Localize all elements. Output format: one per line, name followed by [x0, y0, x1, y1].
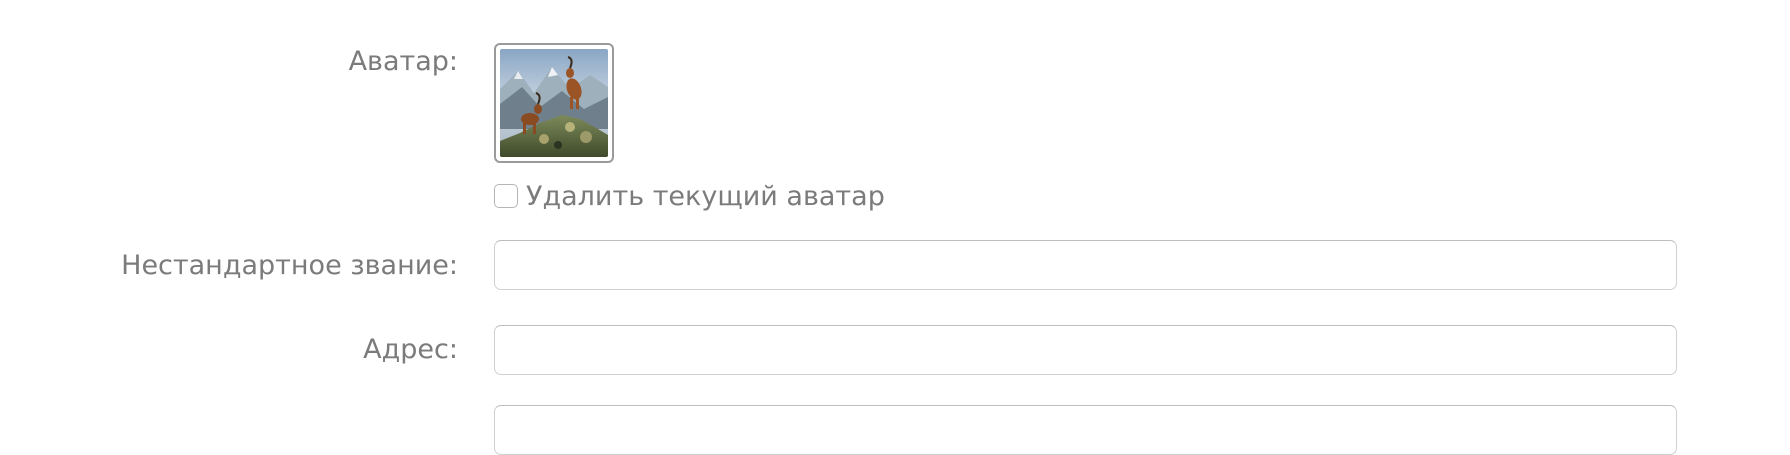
delete-avatar-row[interactable]: Удалить текущий аватар [494, 180, 885, 212]
mountain-goats-picture [500, 49, 608, 157]
custom-title-label: Нестандартное звание: [121, 250, 458, 281]
next-field-input[interactable] [494, 405, 1677, 455]
address-input[interactable] [494, 325, 1677, 375]
avatar-image [494, 43, 614, 163]
avatar-label: Аватар: [348, 46, 458, 77]
address-label: Адрес: [363, 334, 458, 365]
custom-title-input[interactable] [494, 240, 1677, 290]
delete-avatar-label[interactable]: Удалить текущий аватар [526, 181, 885, 212]
delete-avatar-checkbox[interactable] [494, 184, 518, 208]
